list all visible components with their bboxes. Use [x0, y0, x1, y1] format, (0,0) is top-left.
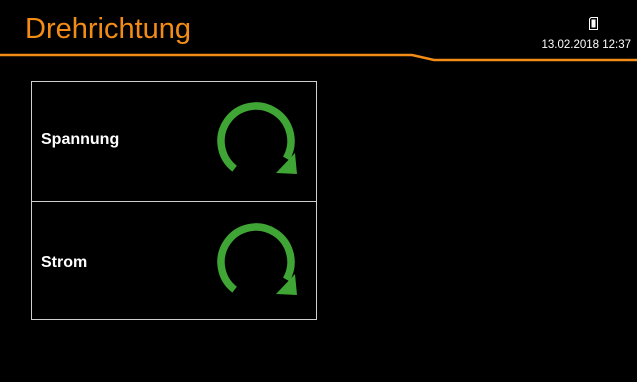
- sd-card-icon: [589, 17, 598, 30]
- clockwise-rotation-icon: [217, 102, 297, 174]
- header-divider: [0, 53, 637, 62]
- voltage-label: Spannung: [41, 131, 120, 148]
- current-label: Strom: [41, 254, 88, 271]
- voltage-rotation-row: Spannung: [32, 82, 316, 201]
- rotation-panel: Spannung Strom: [31, 81, 317, 320]
- phase-rotation-screen: Drehrichtung 13.02.2018 12:37 Spannung S…: [0, 0, 637, 382]
- current-rotation-row: Strom: [32, 201, 316, 320]
- date-time-display: 13.02.2018 12:37: [541, 39, 631, 51]
- page-title: Drehrichtung: [25, 13, 192, 45]
- clockwise-rotation-icon: [217, 223, 297, 295]
